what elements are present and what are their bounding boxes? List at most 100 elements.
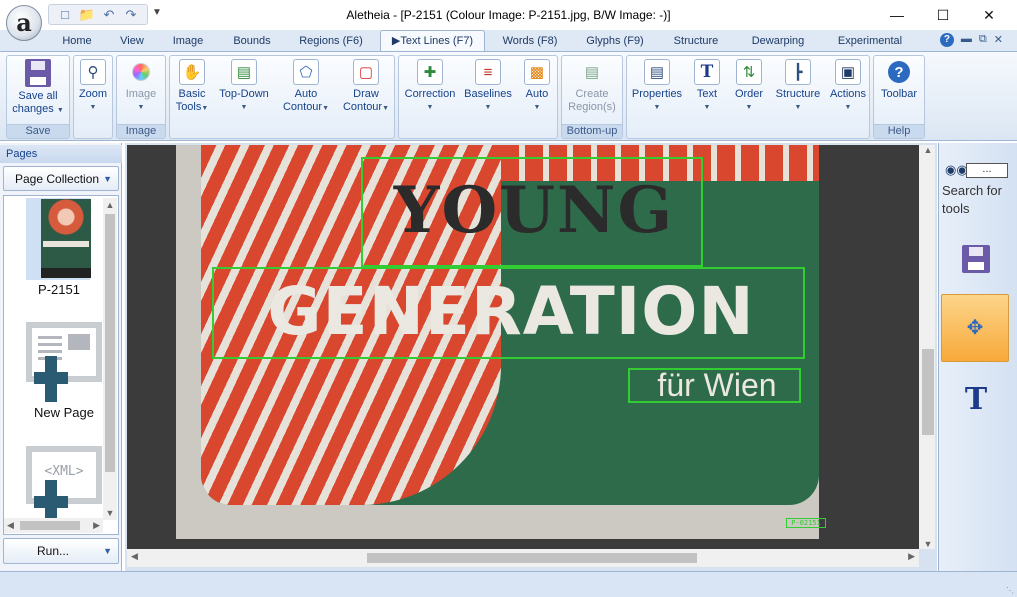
auto-icon: ▩ xyxy=(524,59,550,85)
auto-contour-icon: ⬠ xyxy=(293,59,319,85)
tab-text-lines[interactable]: ▶Text Lines (F7) xyxy=(380,30,485,52)
thumbnail-label-new-page: New Page xyxy=(34,405,94,420)
tab-structure[interactable]: Structure xyxy=(664,31,728,52)
save-all-button[interactable]: Save all changes ▼ xyxy=(9,59,67,127)
basic-tools-button[interactable]: ✋ Basic Tools▼ xyxy=(172,59,212,127)
scroll-left-icon[interactable]: ◀ xyxy=(7,518,14,532)
actions-button[interactable]: ▣ Actions ▼ xyxy=(827,59,869,127)
binoculars-icon: ◉◉ xyxy=(945,162,968,177)
scroll-down-icon[interactable]: ▼ xyxy=(922,539,934,549)
image-button[interactable]: Image ▼ xyxy=(119,59,163,127)
ribbon-group-zoom: ⚲ Zoom ▼ xyxy=(73,55,113,139)
search-tools-label: Search for tools xyxy=(942,183,1002,216)
color-wheel-icon xyxy=(132,63,150,81)
page-collection-select[interactable]: Page Collection ▼ xyxy=(3,166,119,191)
scroll-thumb[interactable] xyxy=(105,214,115,472)
tab-experimental[interactable]: Experimental xyxy=(828,31,912,52)
magnifier-icon: ⚲ xyxy=(80,59,106,85)
pages-header: Pages xyxy=(0,145,122,163)
top-down-button[interactable]: ▤ Top-Down ▼ xyxy=(215,59,273,127)
quick-access-toolbar: □ 📁 ↶ ↷ xyxy=(48,4,148,25)
baselines-button[interactable]: ≡ Baselines ▼ xyxy=(461,59,515,127)
ribbon-group-correction: ✚ Correction ▼ ≡ Baselines ▼ ▩ Auto ▼ xyxy=(398,55,558,139)
correction-button[interactable]: ✚ Correction ▼ xyxy=(401,59,459,127)
scroll-right-icon[interactable]: ▶ xyxy=(908,551,915,562)
chevron-down-icon: ▼ xyxy=(103,546,112,556)
baselines-icon: ≡ xyxy=(475,59,501,85)
run-label: Run... xyxy=(37,544,70,558)
tab-view[interactable]: View xyxy=(110,31,154,52)
canvas-vertical-scrollbar[interactable]: ▲ ▼ xyxy=(919,145,935,549)
scroll-right-icon[interactable]: ▶ xyxy=(93,518,100,532)
text-line-box-generation[interactable] xyxy=(212,267,805,359)
order-button[interactable]: ⇅ Order ▼ xyxy=(729,59,769,127)
tab-regions[interactable]: Regions (F6) xyxy=(290,31,372,52)
correction-icon: ✚ xyxy=(417,59,443,85)
save-all-label-2: changes xyxy=(12,103,54,115)
scroll-up-icon[interactable]: ▲ xyxy=(103,198,117,212)
scroll-down-icon[interactable]: ▼ xyxy=(103,506,117,520)
hand-icon: ✋ xyxy=(179,59,205,85)
dropdown-arrow-icon: ▼ xyxy=(137,104,145,111)
auto-button[interactable]: ▩ Auto ▼ xyxy=(517,59,557,127)
text-tool-icon[interactable]: T xyxy=(962,382,990,417)
tab-bounds[interactable]: Bounds xyxy=(222,31,282,52)
ribbon-group-label: Image xyxy=(117,124,165,138)
text-line-box-page-id[interactable] xyxy=(786,518,826,528)
text-line-box-fur-wien[interactable] xyxy=(628,368,801,403)
add-page-plus-icon xyxy=(34,356,68,402)
run-button[interactable]: Run... ▼ xyxy=(3,538,119,564)
text-button[interactable]: T Text ▼ xyxy=(687,59,727,127)
tab-image[interactable]: Image xyxy=(162,31,214,52)
minimize-button[interactable]: — xyxy=(874,0,920,30)
ribbon-group-tools: ✋ Basic Tools▼ ▤ Top-Down ▼ ⬠ Auto Conto… xyxy=(169,55,395,139)
undo-icon[interactable]: ↶ xyxy=(99,6,119,23)
tab-dewarping[interactable]: Dewarping xyxy=(740,31,816,52)
zoom-button[interactable]: ⚲ Zoom ▼ xyxy=(75,59,111,127)
toolbar-help-button[interactable]: ? Toolbar xyxy=(876,59,922,127)
tab-glyphs[interactable]: Glyphs (F9) xyxy=(576,31,654,52)
floppy-disk-icon xyxy=(25,59,51,87)
scroll-up-icon[interactable]: ▲ xyxy=(922,145,934,155)
new-file-icon[interactable]: □ xyxy=(55,6,75,23)
maximize-button[interactable]: ☐ xyxy=(920,0,966,30)
open-folder-icon[interactable]: 📁 xyxy=(77,6,97,23)
thumbnail-vertical-scrollbar[interactable]: ▲ ▼ xyxy=(103,198,117,520)
inner-restore-icon[interactable]: ⧉ xyxy=(979,33,987,47)
page-collection-value: Page Collection xyxy=(15,172,100,186)
close-button[interactable]: ✕ xyxy=(966,0,1012,30)
auto-contour-button[interactable]: ⬠ Auto Contour▼ xyxy=(276,59,336,127)
tab-words[interactable]: Words (F8) xyxy=(492,31,568,52)
page-thumbnail-list[interactable]: P-2151 New Page <XML> xyxy=(3,195,119,535)
app-logo-icon[interactable]: a xyxy=(6,5,42,41)
redo-icon[interactable]: ↷ xyxy=(121,6,141,23)
help-circle-icon[interactable]: ? xyxy=(939,33,954,47)
quick-access-menu-icon[interactable]: ▼ xyxy=(152,7,162,18)
scroll-left-icon[interactable]: ◀ xyxy=(131,551,138,562)
canvas-horizontal-scrollbar[interactable]: ◀ ▶ xyxy=(127,549,919,567)
scroll-thumb[interactable] xyxy=(20,521,80,530)
window-controls-inner: ? ▬ ⧉ ✕ xyxy=(939,33,1003,47)
scroll-thumb[interactable] xyxy=(922,349,934,435)
page-thumbnail-image[interactable] xyxy=(41,199,91,278)
document-canvas[interactable]: YOUNG GENERATION für Wien P-02151 xyxy=(127,145,919,549)
chevron-down-icon: ▼ xyxy=(103,174,112,184)
scroll-thumb[interactable] xyxy=(367,553,697,563)
dropdown-arrow-icon: ▼ xyxy=(89,104,97,111)
text-line-box-young[interactable] xyxy=(361,157,703,267)
search-tools-input[interactable]: ... xyxy=(966,163,1008,178)
properties-button[interactable]: ▤ Properties ▼ xyxy=(629,59,685,127)
thumbnail-horizontal-scrollbar[interactable]: ◀ ▶ xyxy=(4,518,103,533)
move-tool-hand-icon[interactable]: ✥ xyxy=(941,294,1009,362)
inner-close-icon[interactable]: ✕ xyxy=(994,33,1003,47)
inner-minimize-icon[interactable]: ▬ xyxy=(961,33,972,47)
ribbon-group-help: ? Toolbar Help xyxy=(873,55,925,139)
structure-button[interactable]: ┣ Structure ▼ xyxy=(771,59,825,127)
resize-grip-icon[interactable]: ⋱ xyxy=(1006,586,1014,595)
ribbon-group-label: Help xyxy=(874,124,924,138)
dropdown-arrow-icon: ▼ xyxy=(56,107,64,114)
draw-contour-button[interactable]: ▢ Draw Contour▼ xyxy=(338,59,394,127)
save-side-icon[interactable] xyxy=(962,245,990,273)
create-regions-button[interactable]: ▤ Create Region(s) xyxy=(564,59,620,127)
tab-home[interactable]: Home xyxy=(52,31,102,52)
